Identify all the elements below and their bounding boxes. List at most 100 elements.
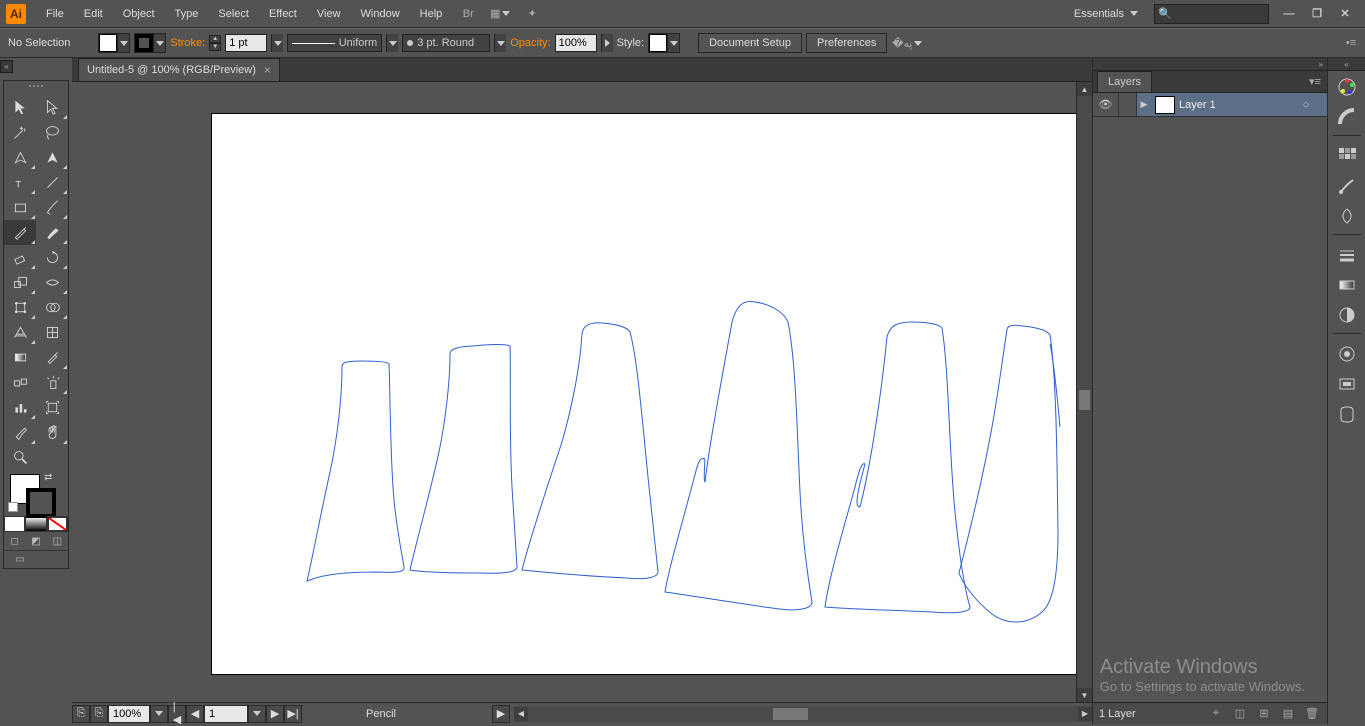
free-transform-tool[interactable]: [4, 295, 36, 320]
eyedropper-tool[interactable]: [36, 345, 68, 370]
preferences-button[interactable]: Preferences: [806, 33, 887, 53]
draw-normal-icon[interactable]: ◻: [4, 532, 25, 550]
line-segment-tool[interactable]: [36, 170, 68, 195]
swap-fill-stroke-icon[interactable]: ⇄: [44, 472, 52, 483]
vertical-scrollbar[interactable]: ▲ ▼: [1076, 82, 1092, 702]
zoom-tool[interactable]: [4, 445, 36, 470]
bridge-icon[interactable]: Br: [455, 4, 481, 24]
delete-layer-icon[interactable]: 🗑: [1303, 706, 1321, 722]
artboard-nav-last[interactable]: ▶|: [284, 705, 302, 723]
pencil-tool[interactable]: [4, 220, 36, 245]
hand-tool[interactable]: [36, 420, 68, 445]
stroke-weight-field[interactable]: 1 pt: [225, 34, 267, 52]
right-dock-collapse[interactable]: »: [1093, 58, 1327, 71]
zoom-field[interactable]: 100%: [108, 705, 150, 723]
swatches-panel-icon[interactable]: [1331, 142, 1363, 170]
opacity-label[interactable]: Opacity:: [510, 37, 550, 49]
graphic-styles-panel-icon[interactable]: [1331, 370, 1363, 398]
width-tool[interactable]: [36, 270, 68, 295]
close-tab-icon[interactable]: ×: [264, 63, 271, 77]
color-panel-icon[interactable]: [1331, 73, 1363, 101]
graphic-style[interactable]: [648, 33, 680, 53]
libraries-panel-icon[interactable]: [1331, 400, 1363, 428]
opacity-field[interactable]: 100%: [555, 34, 597, 52]
zoom-dropdown[interactable]: [150, 705, 168, 723]
prev-artboard-icon[interactable]: ⎘: [90, 705, 108, 723]
vertical-scroll-thumb[interactable]: [1079, 390, 1090, 410]
brush-dropdown[interactable]: [494, 34, 506, 52]
color-guide-panel-icon[interactable]: [1331, 103, 1363, 131]
layer-target-icon[interactable]: ○: [1295, 99, 1317, 111]
fill-swatch[interactable]: [98, 33, 130, 53]
scroll-up-arrow[interactable]: ▲: [1077, 82, 1092, 96]
artboard-number-field[interactable]: 1: [204, 705, 248, 723]
gradient-tool[interactable]: [4, 345, 36, 370]
brushes-panel-icon[interactable]: [1331, 172, 1363, 200]
control-bar-overflow[interactable]: •≡: [1343, 36, 1359, 50]
layer-row[interactable]: 👁 ▶ Layer 1 ○: [1093, 93, 1327, 117]
menu-view[interactable]: View: [307, 0, 351, 28]
panel-menu-icon[interactable]: ▾≡: [1307, 73, 1323, 89]
search-input[interactable]: 🔍: [1154, 4, 1269, 24]
curvature-tool[interactable]: [36, 145, 68, 170]
scroll-left-arrow[interactable]: ◀: [514, 707, 528, 721]
opacity-dropdown[interactable]: [601, 34, 613, 52]
lasso-tool[interactable]: [36, 120, 68, 145]
perspective-grid-tool[interactable]: [4, 320, 36, 345]
transparency-panel-icon[interactable]: [1331, 301, 1363, 329]
artboard-nav-prev[interactable]: ◀: [186, 705, 204, 723]
symbols-panel-icon[interactable]: [1331, 202, 1363, 230]
rectangle-tool[interactable]: [4, 195, 36, 220]
type-tool[interactable]: T: [4, 170, 36, 195]
new-sublayer-icon[interactable]: ⊞: [1255, 706, 1273, 722]
menu-help[interactable]: Help: [410, 0, 453, 28]
artboard-nav-first[interactable]: |◀: [168, 705, 186, 723]
artboard[interactable]: [212, 114, 1077, 674]
fill-stroke-indicator[interactable]: ⇄: [4, 470, 68, 516]
icon-dock-collapse[interactable]: «: [1328, 58, 1365, 71]
left-dock-collapse[interactable]: «: [0, 60, 13, 73]
menu-file[interactable]: File: [36, 0, 74, 28]
horizontal-scrollbar[interactable]: ◀ ▶: [514, 706, 1092, 722]
stroke-weight-stepper[interactable]: ▲▼: [209, 35, 221, 51]
color-mode-none[interactable]: [47, 516, 68, 532]
artboard-tool[interactable]: [36, 395, 68, 420]
appearance-panel-icon[interactable]: [1331, 340, 1363, 368]
first-artboard-icon[interactable]: ⎘: [72, 705, 90, 723]
scale-tool[interactable]: [4, 270, 36, 295]
brush-definition[interactable]: 3 pt. Round: [402, 34, 490, 52]
make-clipping-mask-icon[interactable]: ◫: [1231, 706, 1249, 722]
mesh-tool[interactable]: [36, 320, 68, 345]
stroke-label[interactable]: Stroke:: [170, 37, 205, 49]
color-mode-row[interactable]: [4, 516, 68, 532]
stroke-indicator[interactable]: [26, 488, 56, 518]
screen-mode-icon[interactable]: ▭: [4, 551, 36, 568]
window-minimize[interactable]: —: [1277, 6, 1301, 22]
color-mode-gradient[interactable]: [25, 516, 46, 532]
canvas-area[interactable]: ▲ ▼: [72, 82, 1092, 702]
direct-selection-tool[interactable]: [36, 95, 68, 120]
document-tab[interactable]: Untitled-5 @ 100% (RGB/Preview) ×: [78, 58, 280, 81]
align-to-icon[interactable]: �په: [894, 33, 920, 53]
artboard-dropdown[interactable]: [248, 705, 266, 723]
column-graph-tool[interactable]: [4, 395, 36, 420]
artboard-nav-next[interactable]: ▶: [266, 705, 284, 723]
new-layer-icon[interactable]: ▤: [1279, 706, 1297, 722]
lock-toggle[interactable]: [1119, 93, 1137, 116]
menu-select[interactable]: Select: [208, 0, 259, 28]
menu-window[interactable]: Window: [351, 0, 410, 28]
rotate-tool[interactable]: [36, 245, 68, 270]
document-setup-button[interactable]: Document Setup: [698, 33, 802, 53]
stroke-weight-dropdown[interactable]: [271, 34, 283, 52]
window-close[interactable]: ✕: [1333, 6, 1357, 22]
locate-object-icon[interactable]: ⌖: [1207, 706, 1225, 722]
eraser-tool[interactable]: [4, 245, 36, 270]
layer-expand-icon[interactable]: ▶: [1137, 99, 1151, 110]
paintbrush-tool[interactable]: [36, 195, 68, 220]
blob-brush-tool[interactable]: [36, 220, 68, 245]
horizontal-scroll-thumb[interactable]: [773, 708, 808, 720]
scroll-right-arrow[interactable]: ▶: [1078, 707, 1092, 721]
stroke-swatch[interactable]: [134, 33, 166, 53]
stroke-panel-icon[interactable]: [1331, 241, 1363, 269]
gpu-preview-icon[interactable]: ✦: [519, 4, 545, 24]
